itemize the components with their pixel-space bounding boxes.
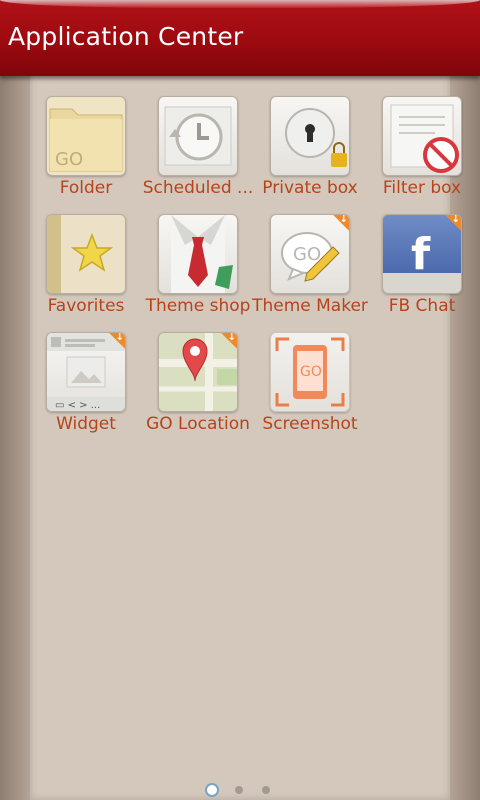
app-filter-box[interactable]: Filter box — [366, 96, 478, 208]
download-badge: ↓ — [211, 333, 237, 359]
download-badge: ↓ — [435, 215, 461, 241]
app-label: Theme shop — [145, 296, 251, 316]
app-label: Favorites — [47, 296, 125, 316]
app-label: Theme Maker — [252, 296, 368, 316]
app-title: Application Center — [8, 22, 244, 51]
app-label: Folder — [59, 178, 113, 198]
app-theme-maker[interactable]: GO ↓ Theme Maker — [252, 214, 368, 326]
app-label: Filter box — [382, 178, 462, 198]
app-favorites[interactable]: Favorites — [30, 214, 142, 326]
download-badge: ↓ — [323, 215, 349, 241]
svg-text:GO: GO — [300, 364, 322, 380]
app-folder[interactable]: GO Folder — [30, 96, 142, 208]
app-label: Private box — [262, 178, 358, 198]
app-widget[interactable]: ▭ < > ... ↓ Widget — [30, 332, 142, 444]
page-dot-1[interactable] — [207, 785, 217, 795]
app-theme-shop[interactable]: Theme shop — [142, 214, 254, 326]
app-scheduled[interactable]: Scheduled ... — [142, 96, 254, 208]
app-label: Screenshot — [262, 414, 358, 434]
title-bar: Application Center — [0, 0, 480, 76]
star-icon — [46, 214, 126, 294]
app-label: GO Location — [146, 414, 250, 434]
app-fb-chat[interactable]: f ↓ FB Chat — [366, 214, 478, 326]
svg-text:GO: GO — [293, 244, 321, 265]
app-grid-panel: GO Folder Scheduled ... Private box Filt… — [30, 70, 462, 800]
lock-icon — [270, 96, 350, 176]
app-go-location[interactable]: ↓ GO Location — [142, 332, 254, 444]
app-label: Widget — [56, 414, 116, 434]
app-private-box[interactable]: Private box — [254, 96, 366, 208]
app-label: Scheduled ... — [142, 178, 254, 198]
app-screenshot[interactable]: GO Screenshot — [254, 332, 366, 444]
svg-text:▭ < > ...: ▭ < > ... — [55, 400, 100, 411]
page-indicator[interactable] — [30, 782, 450, 800]
download-badge: ↓ — [99, 333, 125, 359]
svg-text:f: f — [411, 229, 431, 280]
pencil-icon: GO ↓ — [270, 214, 350, 294]
page-dot-2[interactable] — [235, 786, 243, 794]
page-dot-3[interactable] — [262, 786, 270, 794]
widget-icon: ▭ < > ... ↓ — [46, 332, 126, 412]
app-label: FB Chat — [388, 296, 456, 316]
folder-icon: GO — [46, 96, 126, 176]
filter-icon — [382, 96, 462, 176]
tie-icon — [158, 214, 238, 294]
map-pin-icon: ↓ — [158, 332, 238, 412]
facebook-icon: f ↓ — [382, 214, 462, 294]
screenshot-icon: GO — [270, 332, 350, 412]
svg-text:GO: GO — [55, 149, 83, 170]
clock-icon — [158, 96, 238, 176]
